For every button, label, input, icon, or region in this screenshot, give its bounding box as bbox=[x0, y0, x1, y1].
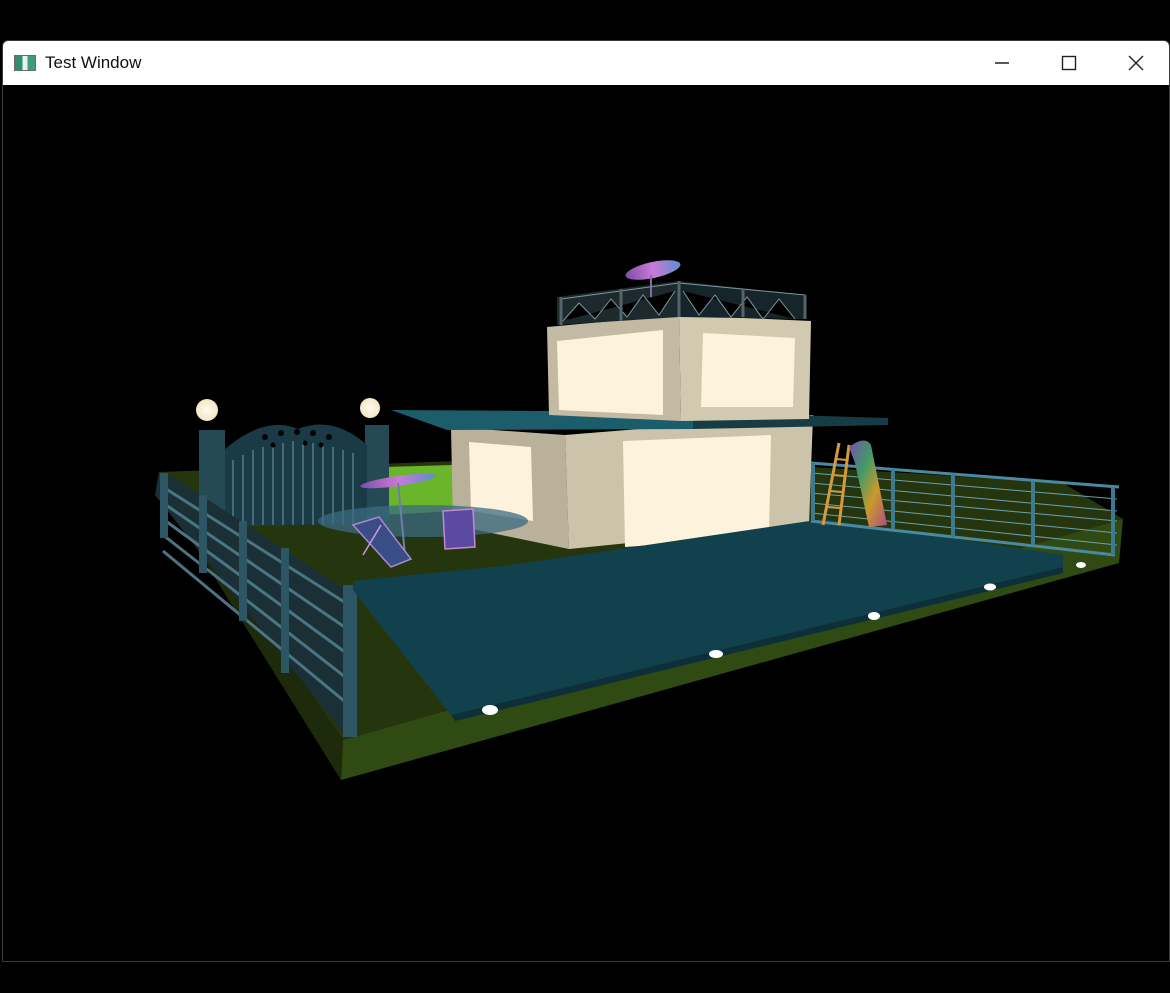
window-title: Test Window bbox=[45, 53, 142, 72]
lamp-globe bbox=[360, 398, 380, 418]
house-scene bbox=[155, 260, 1123, 780]
minimize-icon bbox=[994, 62, 1009, 64]
close-button[interactable] bbox=[1102, 41, 1169, 85]
maximize-icon bbox=[1061, 55, 1076, 71]
app-window: Test Window bbox=[2, 40, 1170, 962]
close-icon bbox=[1128, 55, 1143, 71]
maximize-button[interactable] bbox=[1035, 41, 1102, 85]
lamp-globe bbox=[196, 399, 218, 421]
title-bar[interactable]: Test Window bbox=[3, 41, 1169, 85]
satellite-dish bbox=[625, 260, 681, 280]
window-glow bbox=[557, 330, 663, 415]
window-glow bbox=[701, 333, 795, 407]
render-viewport[interactable] bbox=[3, 85, 1169, 961]
app-icon bbox=[14, 55, 36, 71]
window-controls bbox=[968, 41, 1169, 85]
minimize-button[interactable] bbox=[968, 41, 1035, 85]
